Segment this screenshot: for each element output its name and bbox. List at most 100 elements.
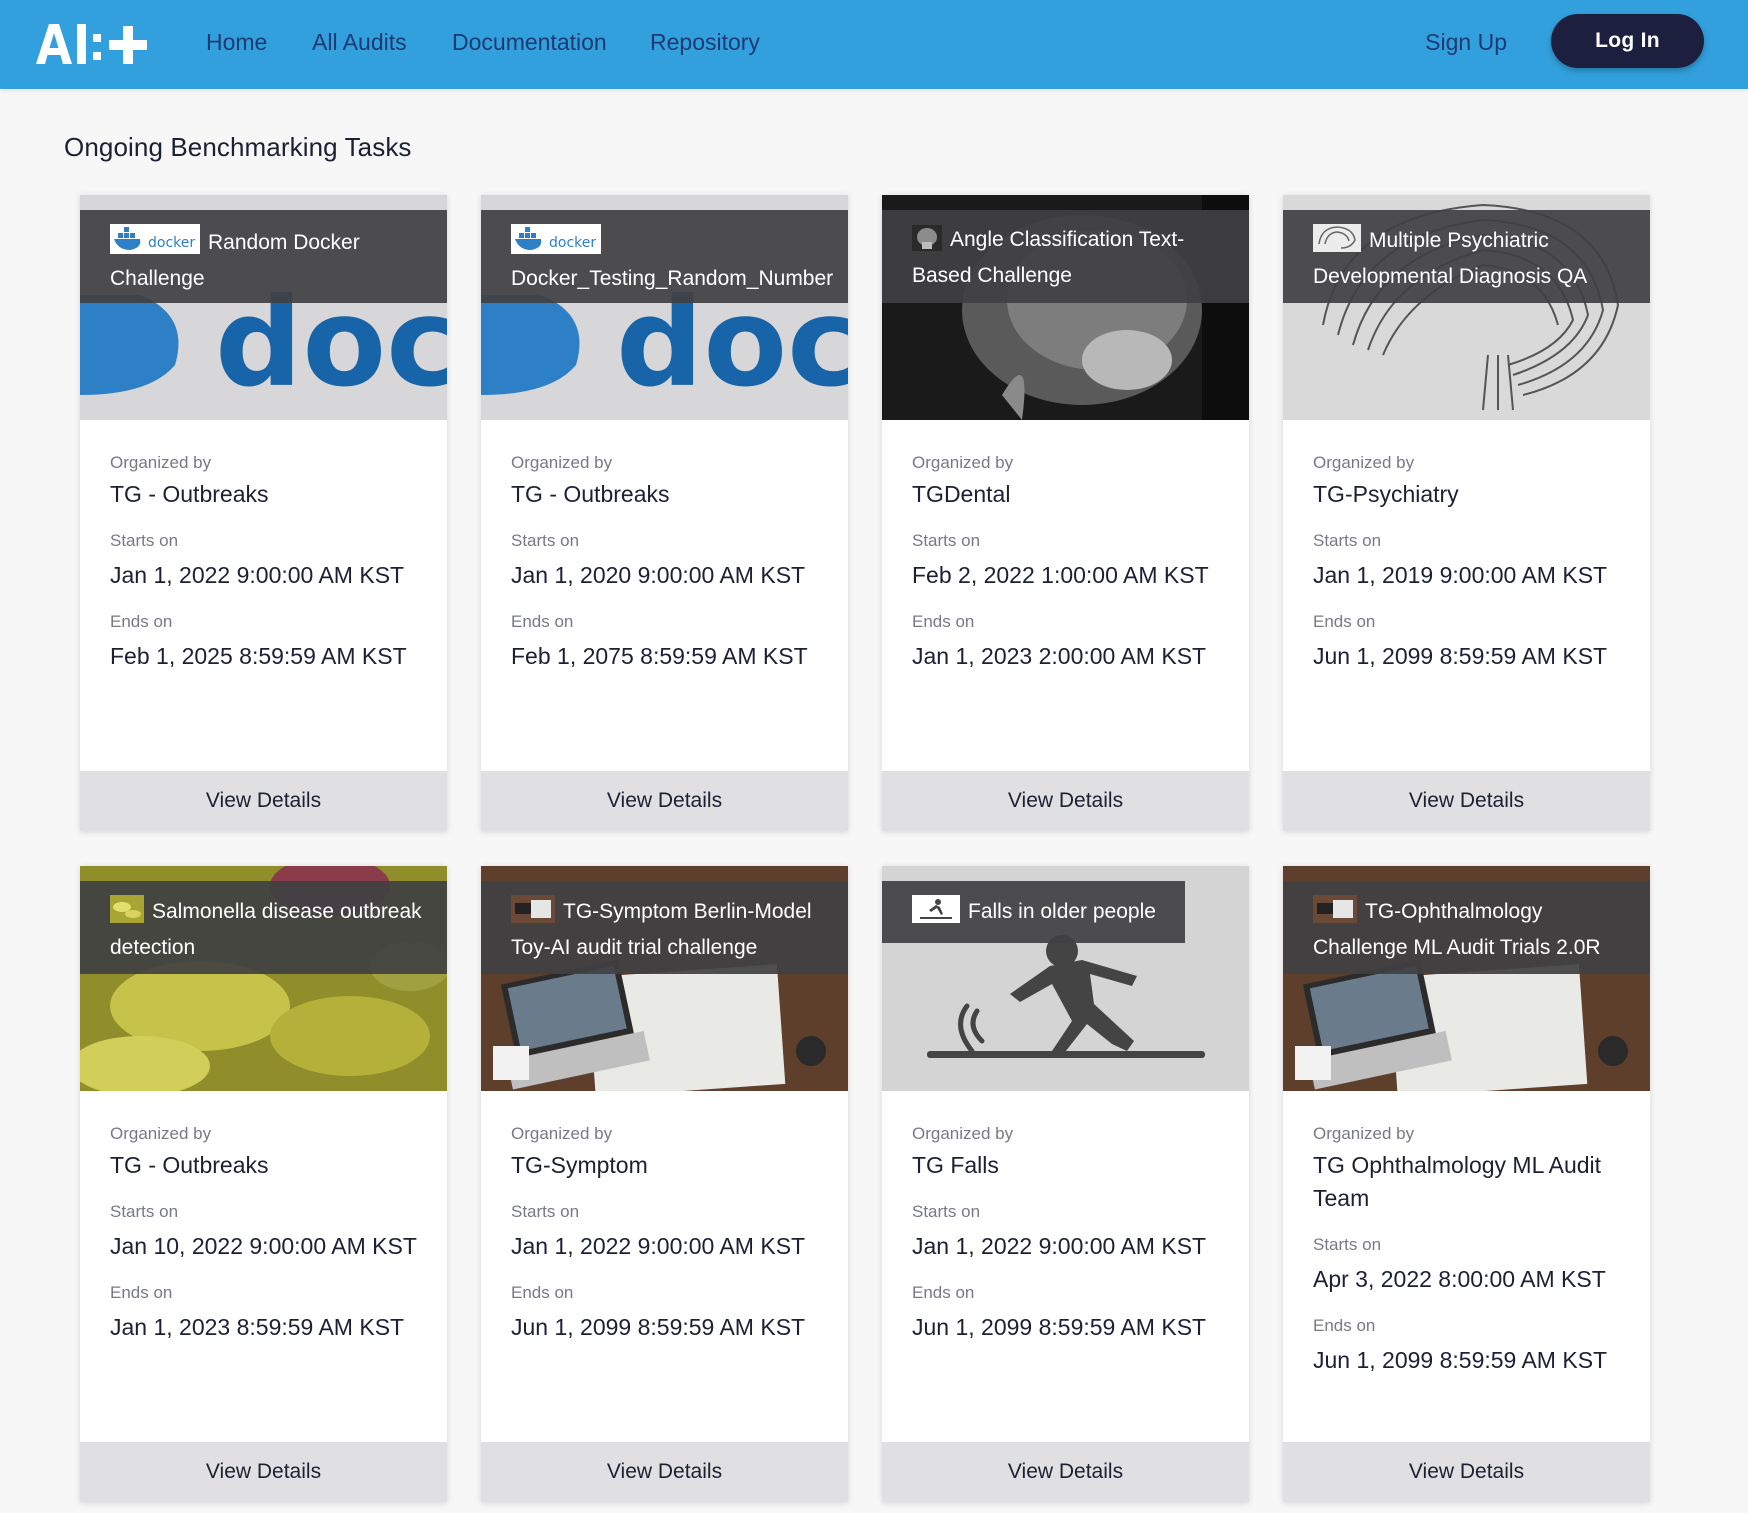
view-details-button[interactable]: View Details [481,1442,848,1502]
starts-on-label: Starts on [912,1202,981,1221]
laptop-map-icon [1313,895,1357,932]
organizer-value: TG Falls [912,1152,999,1178]
ai-plus-logo[interactable] [34,20,156,68]
organized-by-label: Organized by [110,453,212,472]
card-title-text: TG-Symptom Berlin-Model Toy-AI audit tri… [511,900,812,959]
card-title[interactable]: docker Docker_Testing_Random_Number [511,224,834,294]
laptop-map-icon [511,895,555,932]
card-title-text: Docker_Testing_Random_Number [511,267,834,290]
task-card: Salmonella disease outbreak detection Or… [80,866,447,1502]
nav-documentation[interactable]: Documentation [452,27,607,57]
view-details-button[interactable]: View Details [80,771,447,831]
card-body: Organized by TG-Psychiatry Starts on Jan… [1313,420,1630,673]
starts-on-label: Starts on [1313,1235,1382,1254]
task-card: TG-Symptom Berlin-Model Toy-AI audit tri… [481,866,848,1502]
end-date-value: Jun 1, 2099 8:59:59 AM KST [1313,1347,1608,1373]
card-title[interactable]: Salmonella disease outbreak detection [110,895,429,963]
card-title-bar: Angle Classification Text-Based Challeng… [882,210,1249,303]
task-card: Falls in older people Organized by TG Fa… [882,866,1249,1502]
skull-xray-icon [912,225,942,260]
sign-up-link[interactable]: Sign Up [1425,27,1507,57]
starts-on-label: Starts on [110,1202,179,1221]
ends-on-label: Ends on [912,612,975,631]
organizer-value: TG-Psychiatry [1313,481,1459,507]
start-date-value: Jan 10, 2022 9:00:00 AM KST [110,1233,417,1259]
organized-by-label: Organized by [511,1124,613,1143]
nav-all-audits[interactable]: All Audits [312,27,407,57]
organizer-value: TG Ophthalmology ML Audit Team [1313,1152,1602,1211]
nav-repository[interactable]: Repository [650,27,760,57]
organized-by-label: Organized by [110,1124,212,1143]
end-date-value: Jan 1, 2023 8:59:59 AM KST [110,1314,405,1340]
ends-on-label: Ends on [511,1283,574,1302]
organized-by-label: Organized by [1313,453,1415,472]
end-date-value: Feb 1, 2025 8:59:59 AM KST [110,643,407,669]
card-title[interactable]: Angle Classification Text-Based Challeng… [912,224,1231,291]
ends-on-label: Ends on [1313,1316,1376,1335]
card-title-bar: Multiple Psychiatric Developmental Diagn… [1283,210,1650,303]
starts-on-label: Starts on [912,531,981,550]
card-body: Organized by TG - Outbreaks Starts on Ja… [110,420,427,673]
ends-on-label: Ends on [110,612,173,631]
organizer-value: TG-Symptom [511,1152,648,1178]
starts-on-label: Starts on [1313,531,1382,550]
end-date-value: Jun 1, 2099 8:59:59 AM KST [511,1314,806,1340]
card-title[interactable]: docker Random Docker Challenge [110,224,429,294]
section-title: Ongoing Benchmarking Tasks [64,132,412,162]
docker-logo-icon: docker [511,224,601,263]
task-card: dock docker Random Docker Challenge Orga… [80,195,447,831]
card-title-bar: Salmonella disease outbreak detection [80,881,447,974]
card-title-text: Salmonella disease outbreak detection [110,900,422,959]
card-title-text: Falls in older people [968,900,1156,923]
view-details-button[interactable]: View Details [882,771,1249,831]
organized-by-label: Organized by [1313,1124,1415,1143]
bacteria-icon [110,895,144,932]
start-date-value: Apr 3, 2022 8:00:00 AM KST [1313,1266,1606,1292]
start-date-value: Jan 1, 2022 9:00:00 AM KST [511,1233,806,1259]
card-title-bar: Falls in older people [882,881,1185,943]
organizer-value: TG - Outbreaks [110,481,269,507]
log-in-button[interactable]: Log In [1551,14,1704,68]
ends-on-label: Ends on [110,1283,173,1302]
ends-on-label: Ends on [912,1283,975,1302]
view-details-button[interactable]: View Details [882,1442,1249,1502]
card-body: Organized by TG-Symptom Starts on Jan 1,… [511,1091,828,1344]
task-card: dock docker Docker_Testing_Random_Number… [481,195,848,831]
end-date-value: Jan 1, 2023 2:00:00 AM KST [912,643,1207,669]
card-body: Organized by TG - Outbreaks Starts on Ja… [110,1091,427,1344]
starts-on-label: Starts on [110,531,179,550]
start-date-value: Jan 1, 2019 9:00:00 AM KST [1313,562,1608,588]
starts-on-label: Starts on [511,531,580,550]
docker-logo-icon: docker [110,224,200,263]
task-card: TG-Ophthalmology Challenge ML Audit Tria… [1283,866,1650,1502]
card-title-bar: TG-Symptom Berlin-Model Toy-AI audit tri… [481,881,848,974]
card-title[interactable]: Multiple Psychiatric Developmental Diagn… [1313,224,1632,292]
svg-text:docker: docker [549,235,596,251]
view-details-button[interactable]: View Details [1283,771,1650,831]
task-card: Angle Classification Text-Based Challeng… [882,195,1249,831]
view-details-button[interactable]: View Details [80,1442,447,1502]
start-date-value: Feb 2, 2022 1:00:00 AM KST [912,562,1209,588]
start-date-value: Jan 1, 2022 9:00:00 AM KST [110,562,405,588]
card-title[interactable]: TG-Symptom Berlin-Model Toy-AI audit tri… [511,895,830,963]
view-details-button[interactable]: View Details [481,771,848,831]
task-card: Multiple Psychiatric Developmental Diagn… [1283,195,1650,831]
card-title[interactable]: TG-Ophthalmology Challenge ML Audit Tria… [1313,895,1632,963]
card-title-bar: TG-Ophthalmology Challenge ML Audit Tria… [1283,881,1650,974]
ends-on-label: Ends on [511,612,574,631]
start-date-value: Jan 1, 2020 9:00:00 AM KST [511,562,806,588]
card-title[interactable]: Falls in older people [912,895,1167,932]
organized-by-label: Organized by [912,453,1014,472]
card-title-bar: docker Docker_Testing_Random_Number [481,210,848,303]
card-body: Organized by TG - Outbreaks Starts on Ja… [511,420,828,673]
svg-text:docker: docker [148,235,195,251]
starts-on-label: Starts on [511,1202,580,1221]
end-date-value: Feb 1, 2075 8:59:59 AM KST [511,643,808,669]
end-date-value: Jun 1, 2099 8:59:59 AM KST [1313,643,1608,669]
organizer-value: TG - Outbreaks [110,1152,269,1178]
view-details-button[interactable]: View Details [1283,1442,1650,1502]
card-title-bar: docker Random Docker Challenge [80,210,447,303]
nav-home[interactable]: Home [206,27,267,57]
organizer-value: TGDental [912,481,1011,507]
card-body: Organized by TGDental Starts on Feb 2, 2… [912,420,1229,673]
